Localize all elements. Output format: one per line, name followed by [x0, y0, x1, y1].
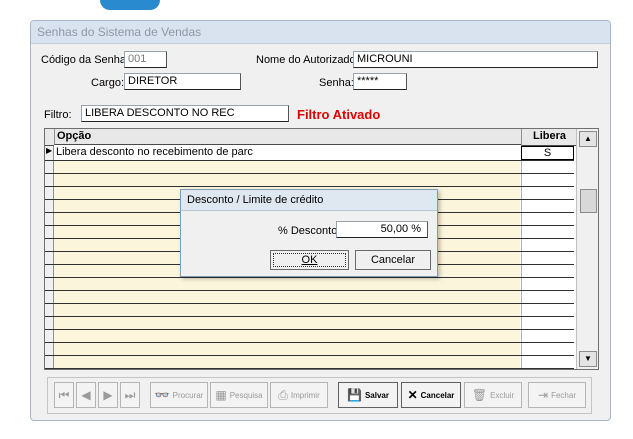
cargo-label: Cargo: [91, 77, 125, 89]
app-logo [100, 0, 160, 10]
column-header-libera[interactable]: Libera [521, 129, 577, 146]
filter-input[interactable]: LIBERA DESCONTO NO REC [81, 105, 289, 122]
codigo-label: Código da Senha: [41, 54, 130, 66]
previous-record-button[interactable]: ◀ [76, 382, 96, 408]
dialog-cancel-button[interactable]: Cancelar [355, 250, 431, 270]
main-window: Senhas do Sistema de Vendas Código da Se… [30, 20, 611, 421]
exit-icon: ⇥ [538, 388, 549, 402]
empty-row [45, 317, 575, 330]
scroll-thumb[interactable] [580, 189, 597, 213]
autorizado-label: Nome do Autorizado: [256, 54, 359, 66]
senha-label: Senha: [319, 77, 354, 89]
filter-label: Filtro: [44, 109, 72, 121]
empty-row [45, 356, 575, 369]
ok-button[interactable]: OK [270, 250, 349, 270]
cargo-field[interactable]: DIRETOR [124, 73, 241, 90]
record-toolbar: ⏮ ◀ ▶ ⏭ 👓 Procurar ▦ Pesquisa ⎙ Imprimir 💾 S… [47, 377, 592, 414]
last-record-button[interactable]: ⏭ [120, 382, 140, 408]
procurar-button[interactable]: 👓 Procurar [150, 382, 208, 408]
empty-row [45, 330, 575, 343]
window-titlebar: Senhas do Sistema de Vendas [31, 21, 610, 44]
floppy-disk-icon: 💾 [347, 388, 362, 402]
empty-row [45, 278, 575, 291]
discount-dialog: Desconto / Limite de crédito % Desconto … [180, 189, 438, 277]
pesquisa-button[interactable]: ▦ Pesquisa [210, 382, 268, 408]
excluir-button[interactable]: 🗑 Excluir [464, 382, 522, 408]
dialog-titlebar: Desconto / Limite de crédito [181, 190, 437, 211]
next-record-button[interactable]: ▶ [98, 382, 118, 408]
table-row[interactable]: ▶ Libera desconto no recebimento de parc… [45, 146, 574, 161]
cell-libera[interactable]: S [521, 146, 574, 160]
empty-row [45, 304, 575, 317]
grid-scrollbar[interactable]: ▲ ▼ [576, 129, 598, 369]
cancelar-button[interactable]: ✕ Cancelar [401, 382, 461, 408]
first-record-button[interactable]: ⏮ [54, 382, 74, 408]
printer-icon: ⎙ [278, 387, 288, 402]
imprimir-button[interactable]: ⎙ Imprimir [270, 382, 328, 408]
window-title: Senhas do Sistema de Vendas [37, 25, 202, 39]
senha-field[interactable]: ***** [353, 73, 407, 90]
binoculars-icon: 👓 [154, 388, 170, 402]
discount-input[interactable]: 50,00 % [336, 221, 428, 238]
grid-search-icon: ▦ [215, 388, 227, 402]
first-record-icon: ⏮ [58, 387, 70, 402]
dialog-title: Desconto / Limite de crédito [187, 194, 324, 206]
salvar-button[interactable]: 💾 Salvar [338, 382, 398, 408]
empty-row [45, 291, 575, 304]
trash-icon: 🗑 [471, 388, 488, 402]
empty-row [45, 343, 575, 356]
column-header-opcao[interactable]: Opção [54, 129, 521, 145]
next-record-icon: ▶ [103, 388, 113, 402]
fechar-button[interactable]: ⇥ Fechar [528, 382, 586, 408]
autorizado-field[interactable]: MICROUNI [353, 51, 598, 68]
scroll-up-icon[interactable]: ▲ [579, 131, 597, 147]
cancel-x-icon: ✕ [407, 388, 418, 402]
cell-opcao[interactable]: Libera desconto no recebimento de parc [54, 146, 520, 160]
empty-row [45, 174, 575, 187]
discount-label: % Desconto [278, 225, 338, 237]
last-record-icon: ⏭ [124, 387, 136, 402]
previous-record-icon: ◀ [81, 388, 91, 402]
codigo-field[interactable]: 001 [124, 51, 167, 68]
filter-status: Filtro Ativado [297, 107, 381, 122]
grid-header-indicator [45, 129, 54, 146]
empty-row [45, 161, 575, 174]
current-row-icon: ▶ [45, 146, 54, 160]
scroll-down-icon[interactable]: ▼ [579, 351, 597, 367]
